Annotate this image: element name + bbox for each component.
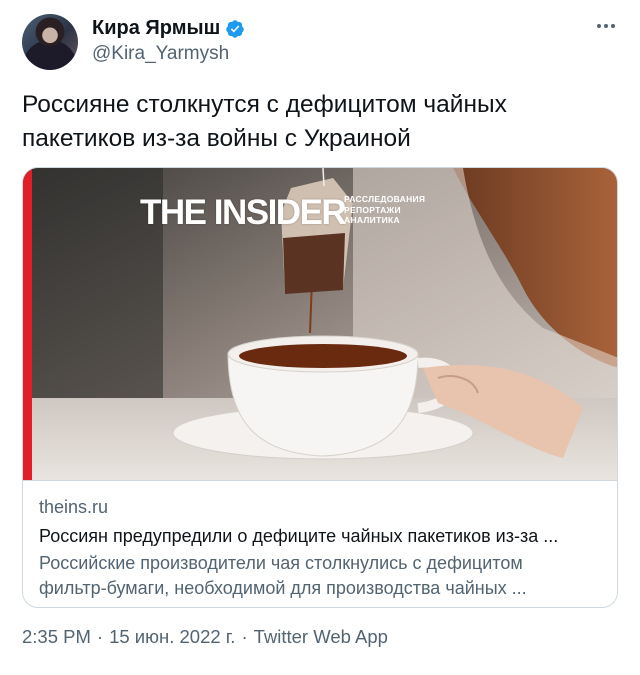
more-options-icon[interactable] [594, 16, 618, 36]
tweet-text: Россияне столкнутся с дефицитом чайных п… [22, 88, 618, 156]
tweet-meta: 2:35 PM · 15 июн. 2022 г. · Twitter Web … [22, 626, 388, 648]
card-image[interactable]: THE INSIDER РАССЛЕДОВАНИЯ РЕПОРТАЖИ АНАЛ… [23, 168, 617, 480]
tweet-time-link[interactable]: 2:35 PM [22, 626, 91, 648]
card-domain: theins.ru [39, 497, 109, 517]
card-title[interactable]: Россиян предупредили о дефиците чайных п… [39, 524, 603, 548]
tweet-source-link[interactable]: Twitter Web App [254, 626, 388, 648]
author-name-row: Кира Ярмыш [92, 17, 245, 40]
meta-separator: · [96, 626, 104, 647]
the-insider-logo: THE INSIDER [140, 193, 347, 232]
logo-tagline: РАССЛЕДОВАНИЯ РЕПОРТАЖИ АНАЛИТИКА [344, 194, 425, 226]
meta-separator: · [241, 626, 248, 647]
brand-accent-bar [23, 168, 32, 480]
card-description-line: фильтр-бумаги, необходимой для производс… [39, 578, 527, 598]
author-handle[interactable]: @Kira_Yarmysh [92, 43, 229, 65]
author-display-name[interactable]: Кира Ярмыш [92, 17, 220, 40]
card-description: Российские производители чая столкнулись… [39, 551, 603, 601]
avatar[interactable] [22, 14, 78, 70]
card-footer: theins.ru Россиян предупредили о дефицит… [23, 480, 617, 607]
tweet-header: Кира Ярмыш @Kira_Yarmysh [22, 14, 618, 72]
tweet-text-line: пакетиков из-за войны с Украиной [22, 125, 411, 152]
tweet-text-line: Россияне столкнутся с дефицитом чайных [22, 91, 507, 118]
logo-tagline-line: РЕПОРТАЖИ [344, 204, 401, 215]
link-card[interactable]: THE INSIDER РАССЛЕДОВАНИЯ РЕПОРТАЖИ АНАЛ… [22, 167, 618, 608]
tweet-date-link[interactable]: 15 июн. 2022 г. [109, 626, 235, 648]
verified-badge-icon [226, 19, 245, 38]
card-description-line: Российские производители чая столкнулись… [39, 553, 523, 573]
logo-tagline-line: РАССЛЕДОВАНИЯ [344, 194, 426, 204]
logo-tagline-line: АНАЛИТИКА [344, 215, 400, 225]
